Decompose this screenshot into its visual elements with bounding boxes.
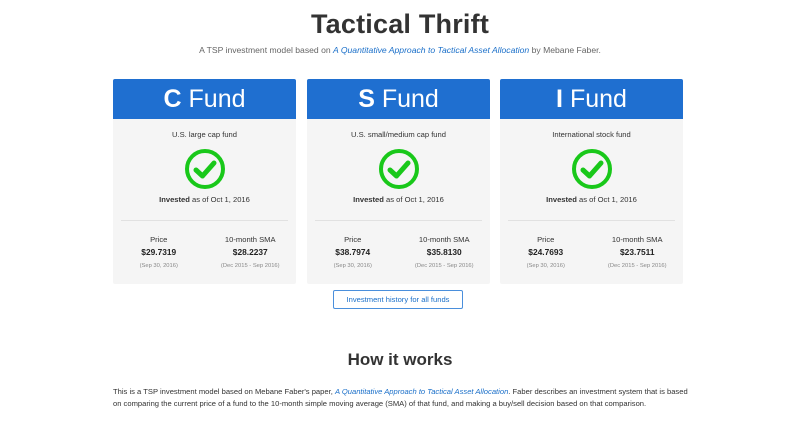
sma-label: 10-month SMA	[611, 235, 663, 244]
sma-label: 10-month SMA	[224, 235, 276, 244]
price-value: $29.7319	[141, 247, 177, 257]
price-stat: Price $29.7319 (Sep 30, 2016)	[113, 235, 205, 270]
check-circle-icon	[571, 149, 612, 189]
fund-letter: C	[163, 85, 182, 113]
investment-status: Invested as of Oct 1, 2016	[307, 195, 490, 204]
price-date: (Sep 30, 2016)	[139, 263, 178, 269]
fund-stats: Price $38.7974 (Sep 30, 2016) 10-month S…	[307, 235, 490, 270]
sma-value: $23.7511	[620, 247, 655, 257]
status-date: as of Oct 1, 2016	[386, 195, 444, 204]
fund-letter: I	[556, 85, 563, 113]
fund-letter: S	[358, 85, 375, 113]
fund-word: Fund	[569, 85, 627, 113]
sma-stat: 10-month SMA $28.2237 (Dec 2015 - Sep 20…	[205, 235, 297, 270]
fund-stats: Price $24.7693 (Sep 30, 2016) 10-month S…	[500, 235, 683, 270]
site-title: Tactical Thrift	[310, 9, 490, 39]
card-divider	[315, 220, 482, 221]
fund-card-s: S Fund U.S. small/medium cap fund Invest…	[307, 79, 490, 284]
fund-stats: Price $29.7319 (Sep 30, 2016) 10-month S…	[113, 235, 296, 270]
sma-label: 10-month SMA	[418, 235, 470, 244]
sma-stat: 10-month SMA $23.7511 (Dec 2015 - Sep 20…	[592, 235, 684, 270]
fund-card-header: S Fund	[307, 79, 490, 119]
how-it-works-title: How it works	[347, 350, 453, 369]
fund-description: International stock fund	[552, 130, 631, 139]
card-divider	[508, 220, 675, 221]
status-bold: Invested	[159, 195, 190, 204]
fund-card-header: C Fund	[113, 79, 296, 119]
investment-status: Invested as of Oct 1, 2016	[113, 195, 296, 204]
status-bold: Invested	[546, 195, 577, 204]
fund-card-i: I Fund International stock fund Invested…	[500, 79, 683, 284]
fund-card-c: C Fund U.S. large cap fund Invested as o…	[113, 79, 296, 284]
check-circle-icon	[378, 149, 419, 189]
sma-stat: 10-month SMA $35.8130 (Dec 2015 - Sep 20…	[399, 235, 491, 270]
price-label: Price	[150, 235, 168, 244]
subtitle-suffix: by Mebane Faber.	[531, 45, 601, 55]
sma-date: (Dec 2015 - Sep 2016)	[414, 263, 474, 269]
fund-cards: C Fund U.S. large cap fund Invested as o…	[113, 79, 688, 284]
sma-date: (Dec 2015 - Sep 2016)	[607, 263, 667, 269]
price-value: $24.7693	[528, 247, 564, 257]
card-divider	[121, 220, 288, 221]
how-text-prefix: This is a TSP investment model based on …	[113, 387, 333, 396]
price-stat: Price $38.7974 (Sep 30, 2016)	[307, 235, 399, 270]
investment-status: Invested as of Oct 1, 2016	[500, 195, 683, 204]
fund-description: U.S. large cap fund	[171, 130, 237, 139]
status-date: as of Oct 1, 2016	[579, 195, 637, 204]
price-label: Price	[537, 235, 555, 244]
subtitle-prefix: A TSP investment model based on	[199, 45, 331, 55]
sma-date: (Dec 2015 - Sep 2016)	[220, 263, 280, 269]
price-label: Price	[344, 235, 362, 244]
fund-description: U.S. small/medium cap fund	[351, 130, 446, 139]
fund-word: Fund	[188, 85, 246, 113]
how-paper-link[interactable]: A Quantitative Approach to Tactical Asse…	[335, 387, 508, 396]
fund-card-header: I Fund	[500, 79, 683, 119]
sma-value: $28.2237	[232, 247, 268, 257]
fund-word: Fund	[381, 85, 439, 113]
investment-history-button[interactable]: Investment history for all funds	[333, 290, 463, 309]
how-it-works-text: This is a TSP investment model based on …	[113, 386, 688, 409]
check-circle-icon	[184, 149, 225, 189]
status-bold: Invested	[353, 195, 384, 204]
status-date: as of Oct 1, 2016	[192, 195, 250, 204]
price-date: (Sep 30, 2016)	[333, 263, 372, 269]
price-date: (Sep 30, 2016)	[526, 263, 565, 269]
sma-value: $35.8130	[426, 247, 462, 257]
header: Tactical Thrift A TSP investment model b…	[0, 0, 800, 56]
paper-link[interactable]: A Quantitative Approach to Tactical Asse…	[333, 45, 529, 55]
price-stat: Price $24.7693 (Sep 30, 2016)	[500, 235, 592, 270]
subtitle: A TSP investment model based on A Quanti…	[0, 44, 800, 56]
price-value: $38.7974	[335, 247, 371, 257]
